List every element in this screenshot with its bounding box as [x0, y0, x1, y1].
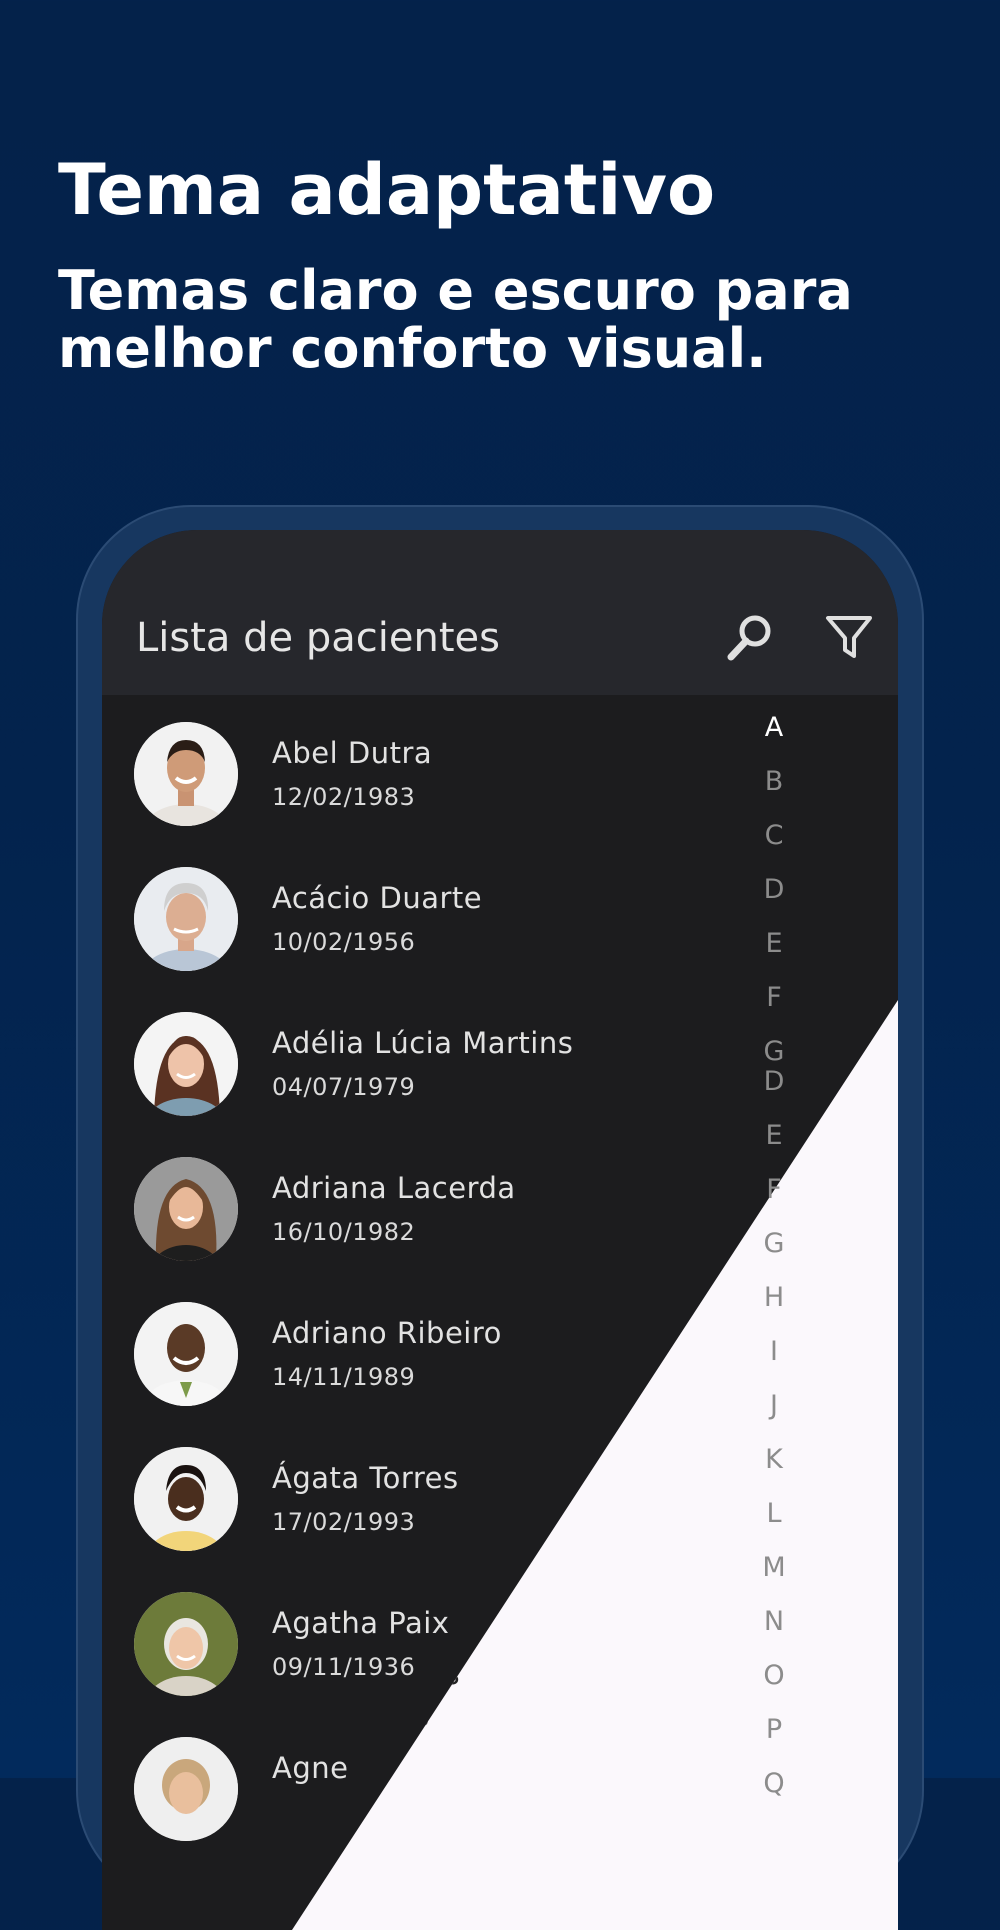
patient-name: Adriano Ribeiro: [272, 1316, 502, 1350]
index-letter[interactable]: I: [724, 1336, 824, 1367]
headline: Tema adaptativo: [58, 149, 716, 231]
index-letter[interactable]: E: [724, 928, 824, 959]
avatar: [134, 1737, 238, 1841]
patient-name: Ágata Torres: [272, 1461, 459, 1495]
index-letter[interactable]: G: [724, 1036, 824, 1067]
index-letter[interactable]: E: [724, 1120, 824, 1151]
index-letter[interactable]: G: [724, 1228, 824, 1259]
index-letter[interactable]: J: [724, 1390, 824, 1421]
patient-name: Abel Dutra: [272, 736, 433, 770]
patient-birthdate: 10/02/1956: [272, 928, 416, 956]
avatar: [134, 1157, 238, 1261]
index-letter[interactable]: D: [724, 874, 824, 905]
index-letter[interactable]: D: [724, 1066, 824, 1097]
patient-name: Agne: [272, 1751, 349, 1785]
alphabet-index[interactable]: A B C D E F G D E F G H I J K L M N O P …: [724, 530, 824, 1930]
patient-birthdate: 16/10/1982: [272, 1218, 416, 1246]
index-letter[interactable]: L: [724, 1498, 824, 1529]
avatar: [134, 1302, 238, 1406]
page-title: Lista de pacientes: [136, 615, 500, 661]
index-letter[interactable]: C: [724, 820, 824, 851]
index-letter[interactable]: Q: [724, 1768, 824, 1799]
index-letter[interactable]: H: [724, 1282, 824, 1313]
index-letter[interactable]: F: [724, 1174, 824, 1205]
index-letter[interactable]: F: [724, 982, 824, 1013]
patient-name: Agatha Paix: [272, 1606, 450, 1640]
index-letter[interactable]: B: [724, 766, 824, 797]
subline: Temas claro e escuro para melhor confort…: [58, 259, 853, 380]
patient-birthdate: 14/11/1989: [272, 1363, 416, 1391]
avatar: [134, 1012, 238, 1116]
index-letter[interactable]: P: [724, 1714, 824, 1745]
index-letter[interactable]: K: [724, 1444, 824, 1475]
filter-icon[interactable]: [824, 612, 876, 664]
patient-name: Acácio Duarte: [272, 881, 483, 915]
app-screen: Lista de pacientes Abel Dutra 12/02/1983: [102, 530, 898, 1930]
patient-name: Adriana Lacerda: [272, 1171, 516, 1205]
index-letter[interactable]: M: [724, 1552, 824, 1583]
patient-birthdate: 12/02/1983: [272, 783, 416, 811]
index-letter[interactable]: O: [724, 1660, 824, 1691]
patient-birthdate: 17/02/1993: [272, 1508, 416, 1536]
avatar: [134, 867, 238, 971]
index-letter[interactable]: N: [724, 1606, 824, 1637]
patient-name: Adélia Lúcia Martins: [272, 1026, 574, 1060]
avatar: [134, 722, 238, 826]
avatar: [134, 1447, 238, 1551]
patient-birthdate: 04/07/1979: [272, 1073, 416, 1101]
patient-birthdate: 09/11/1936: [272, 1653, 416, 1681]
index-letter[interactable]: A: [724, 712, 824, 743]
avatar: [134, 1592, 238, 1696]
